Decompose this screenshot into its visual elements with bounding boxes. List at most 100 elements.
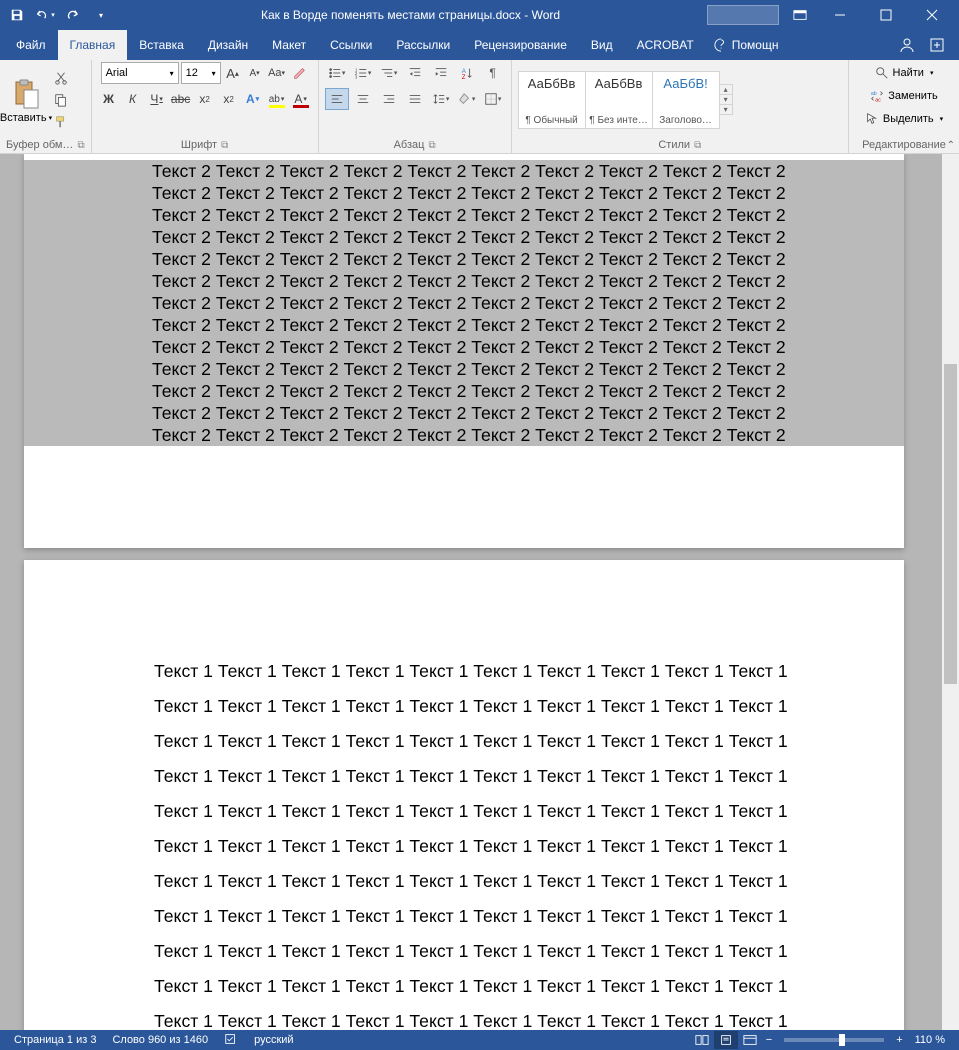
style-nospacing[interactable]: АаБбВв ¶ Без инте… <box>585 71 653 129</box>
copy-button[interactable] <box>50 90 72 110</box>
document-line[interactable]: Текст 2 Текст 2 Текст 2 Текст 2 Текст 2 … <box>24 226 904 248</box>
zoom-level[interactable]: 110 % <box>907 1034 953 1046</box>
spellcheck-icon[interactable] <box>216 1032 246 1049</box>
document-line[interactable]: Текст 2 Текст 2 Текст 2 Текст 2 Текст 2 … <box>24 358 904 380</box>
align-justify[interactable] <box>403 88 427 110</box>
document-line[interactable]: Текст 2 Текст 2 Текст 2 Текст 2 Текст 2 … <box>24 314 904 336</box>
document-line[interactable]: Текст 2 Текст 2 Текст 2 Текст 2 Текст 2 … <box>24 204 904 226</box>
tab-acrobat[interactable]: ACROBAT <box>625 30 706 60</box>
styles-dialog-launcher[interactable]: ⧉ <box>694 140 701 151</box>
superscript-button[interactable]: x2 <box>218 88 240 110</box>
font-size-select[interactable]: 12▾ <box>181 62 221 84</box>
select-button[interactable]: Выделить▾ <box>861 108 947 130</box>
collapse-ribbon[interactable]: ⌃ <box>947 140 955 151</box>
highlight-button[interactable]: ab▾ <box>266 88 288 110</box>
multilevel[interactable]: ▾ <box>377 62 401 84</box>
page-2[interactable]: Текст 1 Текст 1 Текст 1 Текст 1 Текст 1 … <box>24 560 904 1030</box>
align-left[interactable] <box>325 88 349 110</box>
subscript-button[interactable]: x2 <box>194 88 216 110</box>
shading[interactable]: ▾ <box>455 88 479 110</box>
numbering[interactable]: 123▾ <box>351 62 375 84</box>
maximize-button[interactable] <box>863 0 909 30</box>
view-read[interactable] <box>690 1031 714 1049</box>
bold-button[interactable]: Ж <box>98 88 120 110</box>
find-button[interactable]: Найти▾ <box>871 62 938 84</box>
replace-button[interactable]: abacЗаменить <box>866 85 941 107</box>
document-line[interactable]: Текст 2 Текст 2 Текст 2 Текст 2 Текст 2 … <box>24 380 904 402</box>
document-line[interactable]: Текст 1 Текст 1 Текст 1 Текст 1 Текст 1 … <box>24 969 904 1004</box>
cut-button[interactable] <box>50 68 72 88</box>
zoom-in[interactable]: + <box>892 1034 906 1046</box>
tell-me[interactable]: Помощн <box>706 30 787 60</box>
borders[interactable]: ▾ <box>481 88 505 110</box>
tab-mailings[interactable]: Рассылки <box>384 30 462 60</box>
document-line[interactable]: Текст 2 Текст 2 Текст 2 Текст 2 Текст 2 … <box>24 182 904 204</box>
show-marks[interactable]: ¶ <box>481 62 505 84</box>
clear-formatting[interactable] <box>289 62 309 84</box>
word-count[interactable]: Слово 960 из 1460 <box>104 1034 216 1046</box>
font-dialog-launcher[interactable]: ⧉ <box>221 140 228 151</box>
tab-view[interactable]: Вид <box>579 30 625 60</box>
document-line[interactable]: Текст 1 Текст 1 Текст 1 Текст 1 Текст 1 … <box>24 759 904 794</box>
save-button[interactable] <box>4 3 30 27</box>
document-line[interactable]: Текст 1 Текст 1 Текст 1 Текст 1 Текст 1 … <box>24 899 904 934</box>
scroll-thumb[interactable] <box>944 364 957 684</box>
document-line[interactable]: Текст 1 Текст 1 Текст 1 Текст 1 Текст 1 … <box>24 689 904 724</box>
paste-button[interactable]: Вставить▾ <box>6 76 46 124</box>
document-line[interactable]: Текст 2 Текст 2 Текст 2 Текст 2 Текст 2 … <box>24 270 904 292</box>
styles-up[interactable]: ▴ <box>720 85 732 95</box>
view-web[interactable] <box>738 1031 762 1049</box>
ribbon-options[interactable] <box>787 3 813 27</box>
italic-button[interactable]: К <box>122 88 144 110</box>
document-line[interactable]: Текст 2 Текст 2 Текст 2 Текст 2 Текст 2 … <box>24 292 904 314</box>
close-button[interactable] <box>909 0 955 30</box>
document-line[interactable]: Текст 1 Текст 1 Текст 1 Текст 1 Текст 1 … <box>24 864 904 899</box>
zoom-out[interactable]: − <box>762 1034 776 1046</box>
document-line[interactable]: Текст 2 Текст 2 Текст 2 Текст 2 Текст 2 … <box>24 402 904 424</box>
document-line[interactable]: Текст 1 Текст 1 Текст 1 Текст 1 Текст 1 … <box>24 829 904 864</box>
sort[interactable]: AZ <box>455 62 479 84</box>
tab-insert[interactable]: Вставка <box>127 30 196 60</box>
underline-button[interactable]: Ч▾ <box>146 88 168 110</box>
change-case[interactable]: Aa▾ <box>267 62 287 84</box>
indent-increase[interactable] <box>429 62 453 84</box>
undo-button[interactable]: ▾ <box>32 3 58 27</box>
tab-file[interactable]: Файл <box>4 30 58 60</box>
style-normal[interactable]: АаБбВв ¶ Обычный <box>518 71 586 129</box>
qat-customize[interactable]: ▾ <box>88 3 114 27</box>
minimize-button[interactable] <box>817 0 863 30</box>
account-placeholder[interactable] <box>707 5 779 25</box>
styles-down[interactable]: ▾ <box>720 95 732 105</box>
document-line[interactable]: Текст 1 Текст 1 Текст 1 Текст 1 Текст 1 … <box>24 934 904 969</box>
tab-home[interactable]: Главная <box>58 30 128 60</box>
document-line[interactable]: Текст 2 Текст 2 Текст 2 Текст 2 Текст 2 … <box>24 248 904 270</box>
vertical-scrollbar[interactable] <box>942 154 959 1030</box>
account-icon[interactable] <box>897 35 917 55</box>
document-line[interactable]: Текст 1 Текст 1 Текст 1 Текст 1 Текст 1 … <box>24 1004 904 1030</box>
paragraph-dialog-launcher[interactable]: ⧉ <box>428 140 435 151</box>
document-line[interactable]: Текст 1 Текст 1 Текст 1 Текст 1 Текст 1 … <box>24 724 904 759</box>
clipboard-dialog-launcher[interactable]: ⧉ <box>77 140 84 151</box>
format-painter[interactable] <box>50 112 72 132</box>
document-line[interactable]: Текст 2 Текст 2 Текст 2 Текст 2 Текст 2 … <box>24 336 904 358</box>
styles-more[interactable]: ▾ <box>720 105 732 114</box>
style-heading1[interactable]: АаБбВ! Заголово… <box>652 71 720 129</box>
align-right[interactable] <box>377 88 401 110</box>
tab-design[interactable]: Дизайн <box>196 30 260 60</box>
indent-decrease[interactable] <box>403 62 427 84</box>
tab-layout[interactable]: Макет <box>260 30 318 60</box>
document-line[interactable]: Текст 1 Текст 1 Текст 1 Текст 1 Текст 1 … <box>24 654 904 689</box>
line-spacing[interactable]: ▾ <box>429 88 453 110</box>
align-center[interactable] <box>351 88 375 110</box>
view-print[interactable] <box>714 1031 738 1049</box>
tab-references[interactable]: Ссылки <box>318 30 384 60</box>
strike-button[interactable]: abc <box>170 88 192 110</box>
document-line[interactable]: Текст 2 Текст 2 Текст 2 Текст 2 Текст 2 … <box>24 160 904 182</box>
text-effects[interactable]: A▾ <box>242 88 264 110</box>
document-line[interactable]: Текст 2 Текст 2 Текст 2 Текст 2 Текст 2 … <box>24 424 904 446</box>
share-icon[interactable] <box>927 35 947 55</box>
zoom-slider[interactable] <box>784 1038 884 1042</box>
bullets[interactable]: ▾ <box>325 62 349 84</box>
shrink-font[interactable]: A▾ <box>245 62 265 84</box>
tab-review[interactable]: Рецензирование <box>462 30 579 60</box>
